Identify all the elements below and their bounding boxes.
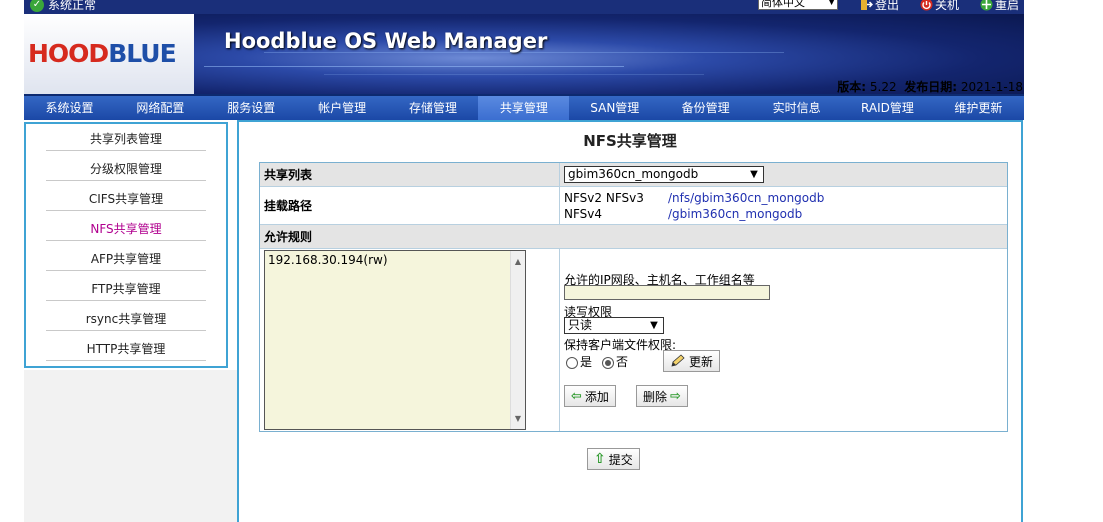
add-button[interactable]: ⇦ 添加 <box>564 385 616 407</box>
nav-realtime-info[interactable]: 实时信息 <box>751 96 842 120</box>
keep-perm-options: 是 否 <box>566 353 628 370</box>
sidebar-item-http[interactable]: HTTP共享管理 <box>26 334 226 364</box>
delete-button-label: 删除 <box>643 389 668 404</box>
nav-system-settings[interactable]: 系统设置 <box>24 96 115 120</box>
logout-label: 登出 <box>875 0 900 12</box>
sidebar-item-ftp[interactable]: FTP共享管理 <box>26 274 226 304</box>
radio-no-label: 否 <box>616 355 629 369</box>
logo: HOODBLUE <box>24 14 194 94</box>
header-banner: HOODBLUE Hoodblue OS Web Manager 版本: 5.2… <box>24 14 1024 94</box>
submit-button-label: 提交 <box>608 452 633 467</box>
sidebar-item-cifs[interactable]: CIFS共享管理 <box>26 184 226 214</box>
arrow-right-icon: ⇨ <box>670 388 681 404</box>
mount-path-label: 挂载路径 <box>260 187 560 224</box>
sidebar-item-share-list[interactable]: 共享列表管理 <box>26 124 226 154</box>
nav-maintenance-update[interactable]: 维护更新 <box>933 96 1024 120</box>
rules-header-row: 允许规则 <box>260 225 1007 249</box>
nav-raid-management[interactable]: RAID管理 <box>842 96 933 120</box>
language-select[interactable]: 简体中文 ▼ <box>758 0 838 10</box>
sidebar-item-permissions[interactable]: 分级权限管理 <box>26 154 226 184</box>
page-title: NFS共享管理 <box>583 132 677 150</box>
sidebar-background <box>24 370 238 522</box>
restart-label: 重启 <box>995 0 1020 12</box>
radio-no-circle <box>602 356 615 369</box>
app-title: Hoodblue OS Web Manager <box>224 29 548 53</box>
update-button-label: 更新 <box>689 354 714 369</box>
rw-select[interactable]: 只读 ▼ <box>564 317 664 334</box>
mount-v4-path: /gbim360cn_mongodb <box>668 206 803 221</box>
sidebar-item-afp[interactable]: AFP共享管理 <box>26 244 226 274</box>
share-list-row: 共享列表 gbim360cn_mongodb ▼ <box>260 163 1007 187</box>
arrow-up-icon: ⇧ <box>594 451 606 467</box>
chevron-down-icon: ▼ <box>650 320 658 331</box>
check-circle-icon: ✓ <box>30 0 44 12</box>
nav-network-config[interactable]: 网络配置 <box>115 96 206 120</box>
pencil-icon <box>671 354 685 367</box>
logout-icon <box>861 0 873 10</box>
share-select-value: gbim360cn_mongodb <box>568 167 699 181</box>
nfs-form-table: 共享列表 gbim360cn_mongodb ▼ 挂载路径 NFSv2 NFSv… <box>259 162 1008 432</box>
radio-yes[interactable]: 是 <box>566 353 592 370</box>
share-list-label: 共享列表 <box>260 163 560 186</box>
scroll-up-icon: ▲ <box>514 257 522 266</box>
radio-yes-label: 是 <box>580 355 593 369</box>
add-button-label: 添加 <box>584 389 609 404</box>
scroll-down-icon: ▼ <box>514 414 522 423</box>
chevron-down-icon: ▼ <box>828 0 835 7</box>
restart-icon <box>980 0 993 11</box>
rw-select-value: 只读 <box>568 318 593 332</box>
ip-input[interactable] <box>564 285 770 300</box>
mount-v23-label: NFSv2 NFSv3 <box>564 190 644 205</box>
radio-yes-circle <box>566 356 578 369</box>
rules-scrollbar[interactable]: ▲ ▼ <box>510 251 525 429</box>
nav-account-management[interactable]: 帐户管理 <box>297 96 388 120</box>
main-nav: 系统设置 网络配置 服务设置 帐户管理 存储管理 共享管理 SAN管理 备份管理… <box>24 94 1024 120</box>
mount-v23-path: /nfs/gbim360cn_mongodb <box>668 190 825 205</box>
logout-link[interactable]: 登出 <box>860 0 899 13</box>
sidebar: 共享列表管理 分级权限管理 CIFS共享管理 NFS共享管理 AFP共享管理 F… <box>24 122 228 368</box>
restart-link[interactable]: 重启 <box>980 0 1019 13</box>
nav-share-management[interactable]: 共享管理 <box>478 96 570 120</box>
nav-backup-management[interactable]: 备份管理 <box>660 96 751 120</box>
nav-san-management[interactable]: SAN管理 <box>569 96 660 120</box>
app-frame: ✓ 系统正常 简体中文 ▼ 登出 关机 重启 HOODBLUE Hoodblue… <box>24 0 1024 522</box>
rules-content-row: 192.168.30.194(rw) ▲ ▼ 允许的IP网段、主机名、工作组名等… <box>260 249 1007 431</box>
rules-label: 允许规则 <box>264 230 313 244</box>
language-select-value: 简体中文 <box>761 0 805 9</box>
sidebar-item-rsync[interactable]: rsync共享管理 <box>26 304 226 334</box>
main-panel: NFS共享管理 共享列表 gbim360cn_mongodb ▼ 挂载路径 NF… <box>237 120 1023 522</box>
mount-path-row: 挂载路径 NFSv2 NFSv3 /nfs/gbim360cn_mongodb … <box>260 187 1007 225</box>
system-status: ✓ 系统正常 <box>30 0 96 13</box>
rules-list[interactable]: 192.168.30.194(rw) ▲ ▼ <box>264 250 526 430</box>
sidebar-item-nfs[interactable]: NFS共享管理 <box>26 214 226 244</box>
shutdown-link[interactable]: 关机 <box>920 0 959 13</box>
delete-button[interactable]: 删除 ⇨ <box>636 385 688 407</box>
version-info: 版本: 5.22 发布日期: 2021-1-18 <box>837 80 1023 94</box>
chevron-down-icon: ▼ <box>750 169 758 180</box>
nav-service-settings[interactable]: 服务设置 <box>206 96 297 120</box>
power-icon <box>920 0 933 11</box>
radio-no[interactable]: 否 <box>602 353 628 370</box>
system-status-text: 系统正常 <box>48 0 97 12</box>
keep-perm-label: 保持客户端文件权限: <box>564 338 677 352</box>
rule-item[interactable]: 192.168.30.194(rw) <box>268 253 522 267</box>
mount-v4-label: NFSv4 <box>564 206 603 221</box>
arrow-left-icon: ⇦ <box>571 388 582 404</box>
top-status-bar: ✓ 系统正常 简体中文 ▼ 登出 关机 重启 <box>24 0 1024 14</box>
mount-paths: NFSv2 NFSv3 /nfs/gbim360cn_mongodb NFSv4… <box>564 189 824 223</box>
nav-storage-management[interactable]: 存储管理 <box>388 96 479 120</box>
share-select[interactable]: gbim360cn_mongodb ▼ <box>564 166 764 183</box>
update-button[interactable]: 更新 <box>663 350 721 372</box>
submit-button[interactable]: ⇧ 提交 <box>587 448 640 470</box>
shutdown-label: 关机 <box>935 0 960 12</box>
